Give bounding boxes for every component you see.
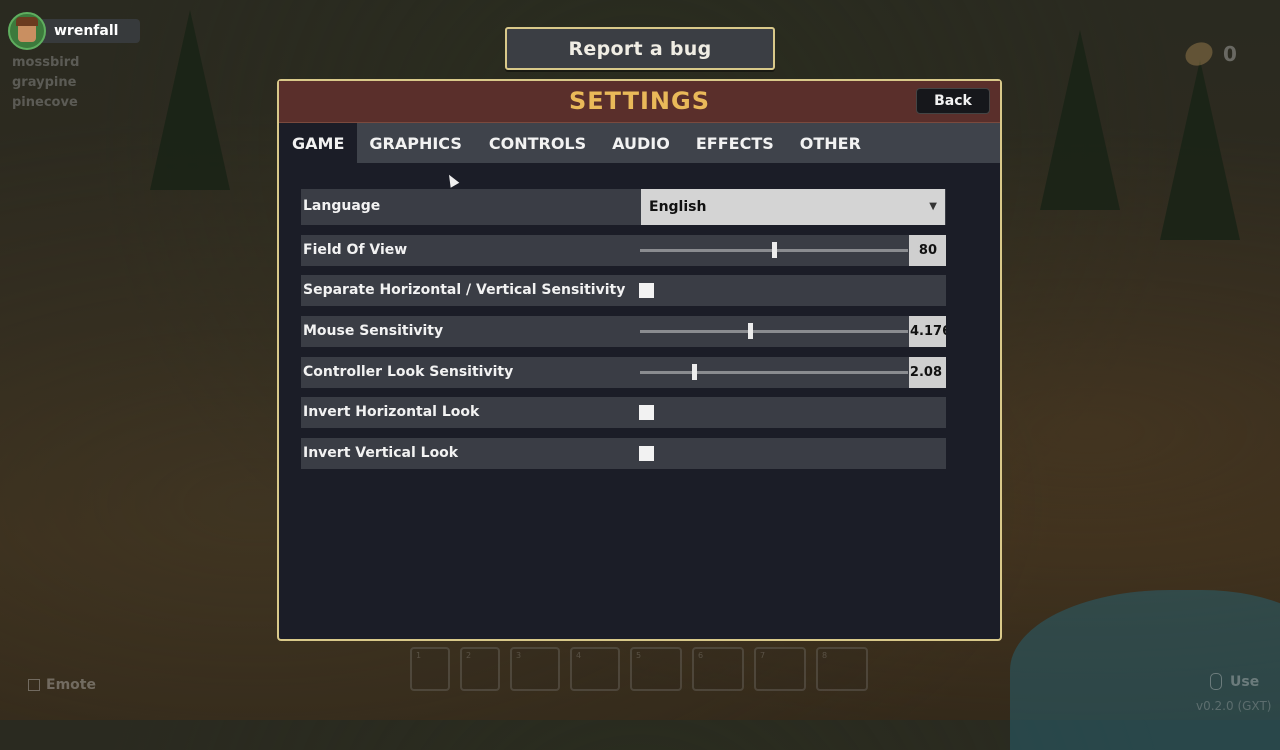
dropdown-value: English xyxy=(649,199,707,215)
invert-vertical-checkbox[interactable] xyxy=(639,446,654,462)
setting-label: Invert Horizontal Look xyxy=(303,404,480,421)
background-tree xyxy=(1040,30,1120,210)
background-tree xyxy=(150,10,230,190)
other-player-name: pinecove xyxy=(12,95,78,110)
slider-thumb[interactable] xyxy=(747,323,753,340)
slot-number: 3 xyxy=(516,651,522,660)
key-icon xyxy=(28,679,40,691)
background-tree xyxy=(1160,60,1240,240)
controller-sensitivity-slider[interactable] xyxy=(640,363,908,380)
slot-number: 8 xyxy=(822,651,828,660)
back-button[interactable]: Back xyxy=(916,88,990,114)
hotbar: 1 2 3 4 5 6 7 8 xyxy=(410,647,868,691)
hotbar-slot[interactable]: 2 xyxy=(460,647,500,691)
avatar xyxy=(8,12,46,50)
fov-slider[interactable] xyxy=(640,241,908,258)
tab-controls[interactable]: CONTROLS xyxy=(476,123,599,163)
setting-row-invert-vertical: Invert Vertical Look xyxy=(301,438,946,470)
setting-row-field-of-view: Field Of View 80 xyxy=(301,234,946,266)
settings-tabs: GAME GRAPHICS CONTROLS AUDIO EFFECTS OTH… xyxy=(279,123,1000,163)
language-dropdown[interactable]: English ▼ xyxy=(641,189,945,225)
tab-audio[interactable]: AUDIO xyxy=(599,123,683,163)
mouse-sensitivity-value[interactable]: 4.176 xyxy=(909,316,946,348)
version-label: v0.2.0 (GXT) xyxy=(1196,699,1272,713)
settings-title: SETTINGS xyxy=(569,87,710,115)
other-player-name: mossbird xyxy=(12,55,80,70)
setting-row-separate-sensitivity: Separate Horizontal / Vertical Sensitivi… xyxy=(301,275,946,307)
background-lake xyxy=(1010,590,1280,750)
slot-number: 6 xyxy=(698,651,704,660)
settings-panel: SETTINGS Back GAME GRAPHICS CONTROLS AUD… xyxy=(277,79,1002,641)
slot-number: 2 xyxy=(466,651,472,660)
chevron-down-icon: ▼ xyxy=(929,201,937,212)
use-hint: Use xyxy=(1210,673,1259,690)
currency-display: 0 xyxy=(1181,38,1237,70)
setting-label: Field Of View xyxy=(303,241,408,258)
setting-label: Mouse Sensitivity xyxy=(303,323,444,340)
player-badge: wrenfall xyxy=(8,12,141,50)
hotbar-slot[interactable]: 1 xyxy=(410,647,450,691)
invert-horizontal-checkbox[interactable] xyxy=(639,405,654,421)
hotbar-slot[interactable]: 7 xyxy=(754,647,806,691)
emote-label: Emote xyxy=(46,677,96,693)
mouse-sensitivity-slider[interactable] xyxy=(640,323,908,340)
emote-hint: Emote xyxy=(28,677,96,693)
other-players-list: mossbird graypine pinecove xyxy=(12,53,79,113)
slot-number: 7 xyxy=(760,651,766,660)
setting-label: Language xyxy=(303,198,381,214)
slot-number: 1 xyxy=(416,651,422,660)
slider-thumb[interactable] xyxy=(772,241,777,258)
hotbar-slot[interactable]: 8 xyxy=(816,647,868,691)
use-label: Use xyxy=(1230,673,1260,690)
mouse-icon xyxy=(1210,673,1222,690)
setting-label: Invert Vertical Look xyxy=(303,445,459,462)
tab-effects[interactable]: EFFECTS xyxy=(683,123,787,163)
setting-row-invert-horizontal: Invert Horizontal Look xyxy=(301,397,946,429)
slider-thumb[interactable] xyxy=(691,363,697,380)
setting-row-mouse-sensitivity: Mouse Sensitivity 4.176 xyxy=(301,316,946,348)
setting-row-controller-sensitivity: Controller Look Sensitivity 2.08 xyxy=(301,356,946,388)
coin-count: 0 xyxy=(1223,42,1237,66)
hotbar-slot[interactable]: 3 xyxy=(510,647,560,691)
coin-icon xyxy=(1181,38,1217,70)
tab-game[interactable]: GAME xyxy=(279,123,358,163)
hotbar-slot[interactable]: 5 xyxy=(630,647,682,691)
separate-sensitivity-checkbox[interactable] xyxy=(639,283,654,299)
report-bug-button[interactable]: Report a bug xyxy=(505,27,775,70)
tab-graphics[interactable]: GRAPHICS xyxy=(357,123,475,163)
other-player-name: graypine xyxy=(12,75,77,90)
hotbar-slot[interactable]: 6 xyxy=(692,647,744,691)
settings-list: Language English ▼ Field Of View 80 Sepa… xyxy=(301,189,946,479)
slot-number: 5 xyxy=(636,651,642,660)
fov-value[interactable]: 80 xyxy=(909,234,946,266)
controller-sensitivity-value[interactable]: 2.08 xyxy=(909,356,946,388)
player-name: wrenfall xyxy=(36,19,141,43)
tab-other[interactable]: OTHER xyxy=(787,123,874,163)
setting-label: Separate Horizontal / Vertical Sensitivi… xyxy=(303,282,626,299)
setting-row-language: Language English ▼ xyxy=(301,189,946,225)
hotbar-slot[interactable]: 4 xyxy=(570,647,620,691)
slot-number: 4 xyxy=(576,651,582,660)
settings-header: SETTINGS Back xyxy=(279,81,1000,123)
setting-label: Controller Look Sensitivity xyxy=(303,363,514,380)
